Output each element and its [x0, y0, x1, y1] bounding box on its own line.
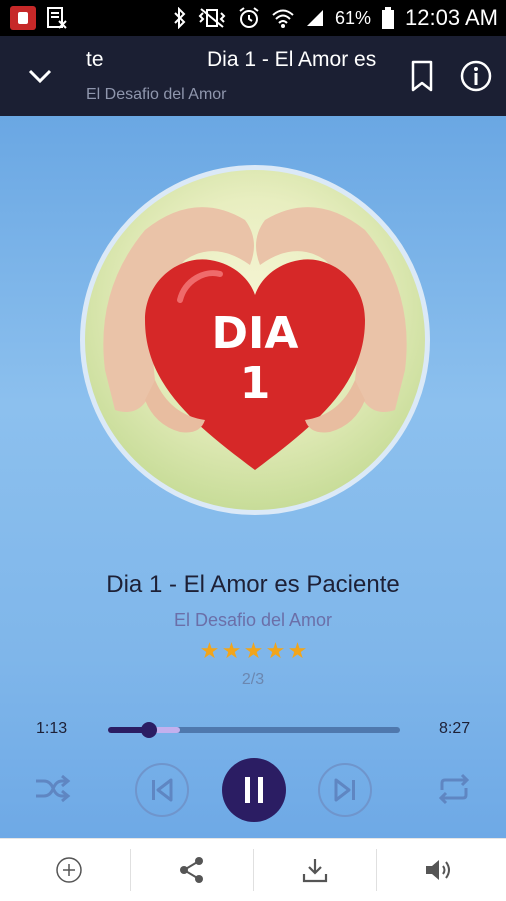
share-button[interactable] [129, 839, 255, 901]
shuffle-button[interactable] [32, 772, 72, 806]
heart-hands-illustration: DIA 1 [103, 207, 407, 470]
player-header: te Dia 1 - El Amor es Paciente El Desafi… [0, 36, 506, 116]
chevron-down-icon[interactable] [24, 60, 56, 92]
document-notification-icon [46, 6, 68, 30]
skip-previous-icon [152, 778, 173, 802]
album-artwork: DIA 1 [80, 165, 430, 515]
progress-slider[interactable] [108, 722, 400, 738]
player-main: DIA 1 Dia 1 - El Amor es Paciente El Des… [0, 116, 506, 838]
bookmark-icon[interactable] [406, 58, 438, 94]
download-icon [302, 859, 328, 883]
rating-stars[interactable]: ★ ★ ★ ★ ★ [199, 640, 309, 664]
artwork-text-dia: DIA [212, 308, 299, 359]
repeat-icon [438, 773, 470, 805]
repeat-button[interactable] [434, 772, 474, 806]
artwork-text-number: 1 [240, 358, 271, 409]
status-bar-system: 61% 12:03 AM [173, 5, 498, 31]
volume-icon [426, 860, 450, 880]
header-title-marquee-fragment: te [86, 48, 104, 71]
total-time: 8:27 [439, 720, 471, 737]
header-title: Dia 1 - El Amor es Paciente [207, 48, 379, 71]
bottom-toolbar [0, 838, 506, 901]
progress-thumb[interactable] [140, 722, 157, 738]
next-button[interactable] [318, 763, 372, 817]
status-bar-notifications [10, 6, 68, 30]
add-to-playlist-button[interactable] [6, 839, 132, 901]
download-button[interactable] [252, 839, 378, 901]
elapsed-time: 1:13 [36, 720, 68, 737]
wifi-icon [271, 7, 295, 29]
alarm-icon [237, 6, 261, 30]
star-icon[interactable]: ★ [199, 640, 220, 662]
shuffle-icon [36, 774, 71, 803]
battery-icon [381, 6, 395, 30]
app-notification-icon [10, 6, 36, 30]
track-title: Dia 1 - El Amor es Paciente [106, 571, 400, 598]
signal-icon [305, 8, 325, 28]
info-icon[interactable] [458, 58, 494, 94]
header-subtitle: El Desafio del Amor [86, 86, 227, 103]
track-position: 2/3 [241, 671, 265, 688]
add-circle-icon [56, 857, 82, 883]
album-title[interactable]: El Desafio del Amor [0, 610, 506, 631]
previous-button[interactable] [135, 763, 189, 817]
bluetooth-icon [173, 7, 187, 29]
vibrate-mute-icon [197, 7, 227, 29]
pause-button[interactable] [222, 758, 286, 822]
star-icon[interactable]: ★ [287, 640, 308, 662]
clock: 12:03 AM [405, 5, 498, 30]
status-bar: 61% 12:03 AM [0, 0, 506, 36]
star-icon[interactable]: ★ [221, 640, 242, 662]
volume-button[interactable] [376, 839, 502, 901]
skip-next-icon [334, 778, 355, 802]
share-icon [180, 857, 203, 883]
pause-icon [245, 777, 263, 803]
star-icon[interactable]: ★ [243, 640, 264, 662]
star-icon[interactable]: ★ [265, 640, 286, 662]
battery-percent: 61% [335, 7, 372, 28]
